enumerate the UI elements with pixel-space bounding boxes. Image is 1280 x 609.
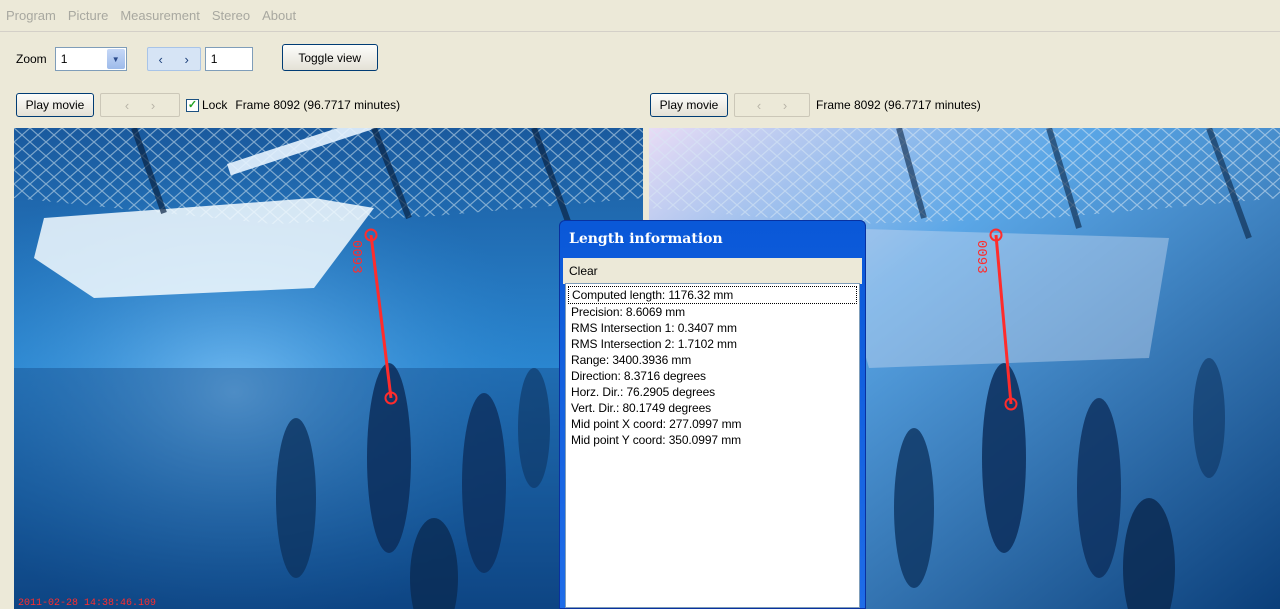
left-frame-nav: ‹ › <box>100 93 180 117</box>
left-prev-button[interactable]: ‹ <box>114 94 140 116</box>
measurement-id-label: 0093 <box>973 240 989 274</box>
dialog-title[interactable]: Length information <box>563 224 862 254</box>
lock-checkbox[interactable]: ✓ <box>186 98 199 112</box>
menu-picture[interactable]: Picture <box>68 8 108 23</box>
frame-step-value: 1 <box>210 52 218 66</box>
menu-bar: Program Picture Measurement Stereo About <box>0 0 1280 32</box>
lock-label: Lock <box>202 98 228 112</box>
left-frame-info: Frame 8092 (96.7717 minutes) <box>235 98 401 112</box>
next-frame-button[interactable]: › <box>174 48 200 70</box>
right-next-button[interactable]: › <box>772 94 798 116</box>
menu-program[interactable]: Program <box>6 8 56 23</box>
list-item[interactable]: Mid point X coord: 277.0997 mm <box>568 416 857 432</box>
left-controls: Play movie ‹ › ✓ Lock Frame 8092 (96.771… <box>16 93 400 117</box>
tuna-silhouette <box>518 368 550 488</box>
video-timestamp: 2011-02-28 14:38:46.109 <box>18 598 157 609</box>
tuna-silhouette <box>1077 398 1121 578</box>
right-frame-info: Frame 8092 (96.7717 minutes) <box>816 98 981 112</box>
frame-step-input[interactable]: 1 <box>204 47 253 71</box>
clear-menu-item[interactable]: Clear <box>569 264 598 278</box>
right-controls: Play movie ‹ › Frame 8092 (96.7717 minut… <box>650 93 981 117</box>
list-item[interactable]: Range: 3400.3936 mm <box>568 352 857 368</box>
left-underwater-frame: 0093 <box>14 128 643 609</box>
chevron-down-icon[interactable]: ▼ <box>106 49 125 69</box>
left-video-view[interactable]: 0093 2011-02-28 14:38:46.109 <box>14 128 643 609</box>
menu-about[interactable]: About <box>262 8 296 23</box>
dialog-menu-bar: Clear <box>563 258 862 284</box>
list-item[interactable]: Horz. Dir.: 76.2905 degrees <box>568 384 857 400</box>
length-information-dialog[interactable]: Length information Clear Computed length… <box>559 220 866 609</box>
tuna-silhouette <box>894 428 934 588</box>
left-next-button[interactable]: › <box>140 94 166 116</box>
zoom-select[interactable]: 1 ▼ <box>54 47 127 71</box>
right-prev-button[interactable]: ‹ <box>746 94 772 116</box>
list-item[interactable]: Mid point Y coord: 350.0997 mm <box>568 432 857 448</box>
list-item[interactable]: RMS Intersection 1: 0.3407 mm <box>568 320 857 336</box>
tuna-silhouette <box>462 393 506 573</box>
list-item[interactable]: Direction: 8.3716 degrees <box>568 368 857 384</box>
menu-measurement[interactable]: Measurement <box>120 8 199 23</box>
frame-nav: ‹ › <box>146 47 201 71</box>
right-frame-nav: ‹ › <box>734 93 810 117</box>
toggle-view-button[interactable]: Toggle view <box>281 44 378 71</box>
zoom-label: Zoom <box>16 52 47 66</box>
prev-frame-button[interactable]: ‹ <box>148 48 174 70</box>
list-item[interactable]: Precision: 8.6069 mm <box>568 304 857 320</box>
list-item[interactable]: Vert. Dir.: 80.1749 degrees <box>568 400 857 416</box>
left-play-movie-button[interactable]: Play movie <box>16 93 94 117</box>
tuna-silhouette <box>982 363 1026 553</box>
list-item[interactable]: Computed length: 1176.32 mm <box>568 286 857 304</box>
zoom-value: 1 <box>60 52 68 66</box>
toolbar: Zoom 1 ▼ ‹ › 1 Toggle view <box>16 44 378 71</box>
right-play-movie-button[interactable]: Play movie <box>650 93 728 117</box>
menu-stereo[interactable]: Stereo <box>212 8 250 23</box>
tuna-silhouette <box>1193 358 1225 478</box>
tuna-silhouette <box>276 418 316 578</box>
list-item[interactable]: RMS Intersection 2: 1.7102 mm <box>568 336 857 352</box>
measurement-id-label: 0093 <box>348 240 364 274</box>
length-info-list[interactable]: Computed length: 1176.32 mm Precision: 8… <box>565 283 860 608</box>
